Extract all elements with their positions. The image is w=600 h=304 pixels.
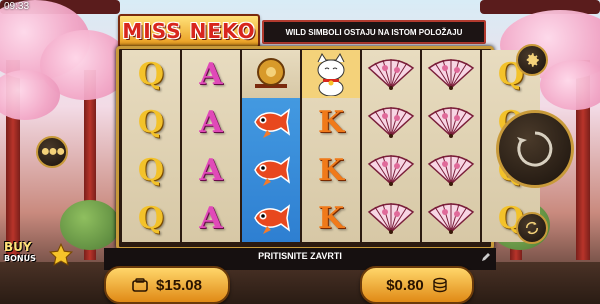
folding-fan-icon [367, 203, 415, 234]
star-icon [48, 242, 74, 266]
folding-fan-icon [367, 59, 415, 90]
reel-symbol [362, 146, 420, 194]
balance-value: $15.08 [156, 276, 202, 294]
gear-icon [526, 53, 539, 67]
neko-cat-icon [308, 52, 354, 96]
goldfish-icon [254, 156, 291, 186]
dots-menu-icon: ●●● [40, 143, 66, 160]
pen-icon [482, 253, 490, 261]
reel-symbol [242, 146, 300, 194]
reel-column [422, 50, 480, 242]
buy-label: BUY [4, 240, 32, 254]
letter-symbol: Q [137, 104, 165, 140]
reel-symbol [242, 50, 300, 98]
reel-column [362, 50, 420, 242]
reel-symbol: A [182, 50, 240, 98]
balance-display[interactable]: $15.08 [104, 266, 230, 304]
gong-icon [255, 58, 287, 88]
autoplay-icon [525, 221, 539, 235]
reel-symbol [362, 98, 420, 146]
menu-button[interactable]: ●●● [36, 136, 68, 168]
letter-symbol: A [199, 152, 223, 188]
reel-symbol [422, 98, 480, 146]
reel-symbol [302, 50, 360, 98]
reel-symbol: A [182, 98, 240, 146]
folding-fan-icon [427, 59, 475, 90]
letter-symbol: K [317, 200, 345, 236]
folding-fan-icon [427, 107, 475, 138]
reel-symbol: A [182, 146, 240, 194]
bet-display[interactable]: $0.80 [360, 266, 474, 304]
reel-symbol [362, 50, 420, 98]
bonus-label: BONUS [4, 254, 36, 263]
reel-symbol: Q [122, 194, 180, 242]
reel-symbol: Q [122, 146, 180, 194]
letter-symbol: Q [137, 200, 165, 236]
status-clock: 09:33 [4, 1, 30, 12]
reel-symbol: A [182, 194, 240, 242]
reel-column [242, 50, 300, 242]
coins-icon [433, 277, 447, 293]
reel-symbol [422, 146, 480, 194]
letter-symbol: K [317, 152, 345, 188]
folding-fan-icon [367, 107, 415, 138]
buy-bonus-button[interactable]: BUY BONUS [4, 240, 74, 276]
goldfish-icon [254, 108, 291, 138]
spin-arrow-icon [517, 131, 553, 167]
folding-fan-icon [427, 203, 475, 234]
reel-symbol: Q [122, 98, 180, 146]
reel-symbol [242, 194, 300, 242]
reel-symbol: K [302, 98, 360, 146]
info-banner: WILD SIMBOLI OSTAJU NA ISTOM POLOŽAJU [262, 20, 486, 44]
reel-symbol: K [302, 194, 360, 242]
bet-value: $0.80 [386, 276, 424, 294]
autoplay-button[interactable] [516, 212, 548, 244]
folding-fan-icon [367, 155, 415, 186]
reel-column: QQQQ [122, 50, 180, 242]
reel-column: KKK [302, 50, 360, 242]
spin-hint: PRITISNITE ZAVRTI [258, 251, 342, 261]
wallet-icon [132, 278, 148, 292]
goldfish-icon [254, 204, 291, 234]
letter-symbol: Q [137, 152, 165, 188]
folding-fan-icon [427, 155, 475, 186]
reel-symbol: K [302, 146, 360, 194]
letter-symbol: Q [137, 56, 165, 92]
reel-symbol [422, 50, 480, 98]
letter-symbol: A [199, 200, 223, 236]
game-logo: MISS NEKO [118, 14, 260, 48]
letter-symbol: K [317, 104, 345, 140]
reel-symbol: Q [122, 50, 180, 98]
reel-symbol [362, 194, 420, 242]
letter-symbol: A [199, 104, 223, 140]
reel-symbol [242, 98, 300, 146]
reel-column: AAAA [182, 50, 240, 242]
letter-symbol: A [199, 56, 223, 92]
reel-symbol [422, 194, 480, 242]
spin-button[interactable] [496, 110, 574, 188]
settings-button[interactable] [516, 44, 548, 76]
